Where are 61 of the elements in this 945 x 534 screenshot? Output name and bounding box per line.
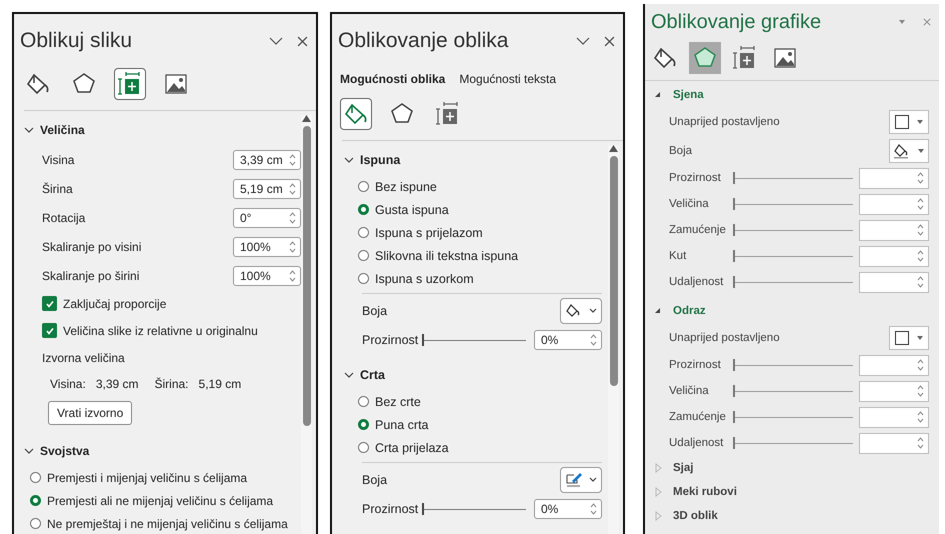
pane-title: Oblikovanje oblika bbox=[338, 29, 510, 53]
radio-label[interactable]: Crta prijelaza bbox=[375, 440, 449, 454]
field-label: Veličina bbox=[669, 198, 710, 210]
radio-label[interactable]: Premjesti ali ne mijenjaj veličinu s ćelijama bbox=[47, 494, 274, 508]
section-header[interactable]: Crta bbox=[344, 360, 602, 390]
field-label: Širina bbox=[42, 182, 74, 196]
radio-label[interactable]: Ispuna s prijelazom bbox=[375, 226, 483, 240]
field-label: Boja bbox=[362, 304, 388, 318]
spin-field[interactable]: 0% bbox=[534, 330, 602, 350]
spin-field[interactable]: 5,19 cm bbox=[233, 178, 301, 198]
spin-field[interactable]: 0° bbox=[233, 208, 301, 228]
spin-field[interactable]: 100% bbox=[233, 236, 301, 256]
pane-title: Oblikovanje grafike bbox=[651, 10, 822, 34]
group-label: Izvorna veličina bbox=[42, 351, 125, 365]
options-tab[interactable]: Mogućnosti oblika bbox=[340, 72, 446, 86]
section-header[interactable]: Ispuna bbox=[344, 145, 602, 175]
size-text: Širina: bbox=[154, 377, 189, 391]
size-text: 5,19 cm bbox=[198, 377, 242, 391]
section-header[interactable]: Sjaj bbox=[653, 456, 929, 480]
spin-field[interactable]: 100% bbox=[233, 266, 301, 286]
radio-label[interactable]: Premjesti i mijenjaj veličinu s ćelijama bbox=[47, 470, 248, 484]
field-label: Kut bbox=[669, 250, 688, 262]
section-header[interactable]: Odraz bbox=[653, 299, 929, 323]
field-label: Boja bbox=[669, 144, 694, 156]
spin-field[interactable]: 3,39 cm bbox=[233, 150, 301, 170]
radio-label[interactable]: Ne premještaj i ne mijenjaj veličinu s ćelijama bbox=[47, 516, 288, 530]
field-label: Rotacija bbox=[42, 210, 86, 224]
field-label: Prozirnost bbox=[669, 172, 722, 184]
field-label: Skaliranje po visini bbox=[42, 240, 142, 254]
field-label: Udaljenost bbox=[669, 437, 724, 449]
pane-title: Oblikuj sliku bbox=[20, 29, 134, 53]
field-label: Udaljenost bbox=[669, 276, 724, 288]
reset-button[interactable]: Vrati izvorno bbox=[48, 401, 132, 425]
radio-label[interactable]: Slikovna ili tekstna ispuna bbox=[375, 248, 518, 262]
section-header[interactable]: Svojstva bbox=[24, 436, 301, 466]
size-text: Visina: bbox=[50, 377, 86, 391]
radio-label[interactable]: Ispuna s uzorkom bbox=[375, 272, 474, 286]
field-label: Unaprijed postavljeno bbox=[669, 116, 781, 128]
checkbox-label[interactable]: Zaključaj proporcije bbox=[63, 296, 166, 310]
field-label: Veličina bbox=[669, 385, 710, 397]
radio-label[interactable]: Bez crte bbox=[375, 394, 421, 408]
spin-field[interactable]: 0% bbox=[534, 499, 602, 519]
field-label: Prozirnost bbox=[669, 359, 722, 371]
radio-label[interactable]: Puna crta bbox=[375, 418, 429, 432]
field-label: Prozirnost bbox=[362, 502, 420, 516]
section-header[interactable]: Meki rubovi bbox=[653, 480, 929, 504]
radio-label[interactable]: Bez ispune bbox=[375, 180, 437, 194]
field-label: Visina bbox=[42, 152, 76, 166]
field-label: Zamućenje bbox=[669, 411, 727, 423]
checkbox-label[interactable]: Veličina slike iz relativne u originalnu bbox=[63, 324, 258, 338]
section-header[interactable]: Sjena bbox=[653, 83, 929, 107]
field-label: Unaprijed postavljeno bbox=[669, 332, 781, 344]
section-header[interactable]: Veličina bbox=[24, 115, 301, 145]
options-tab[interactable]: Mogućnosti teksta bbox=[459, 72, 556, 86]
field-label: Boja bbox=[362, 473, 388, 487]
field-label: Prozirnost bbox=[362, 333, 420, 347]
radio-label[interactable]: Gusta ispuna bbox=[375, 202, 449, 216]
size-text: 3,39 cm bbox=[96, 377, 138, 391]
section-header[interactable]: 3D oblik bbox=[653, 504, 929, 528]
field-label: Skaliranje po širini bbox=[42, 268, 140, 282]
field-label: Zamućenje bbox=[669, 224, 727, 236]
